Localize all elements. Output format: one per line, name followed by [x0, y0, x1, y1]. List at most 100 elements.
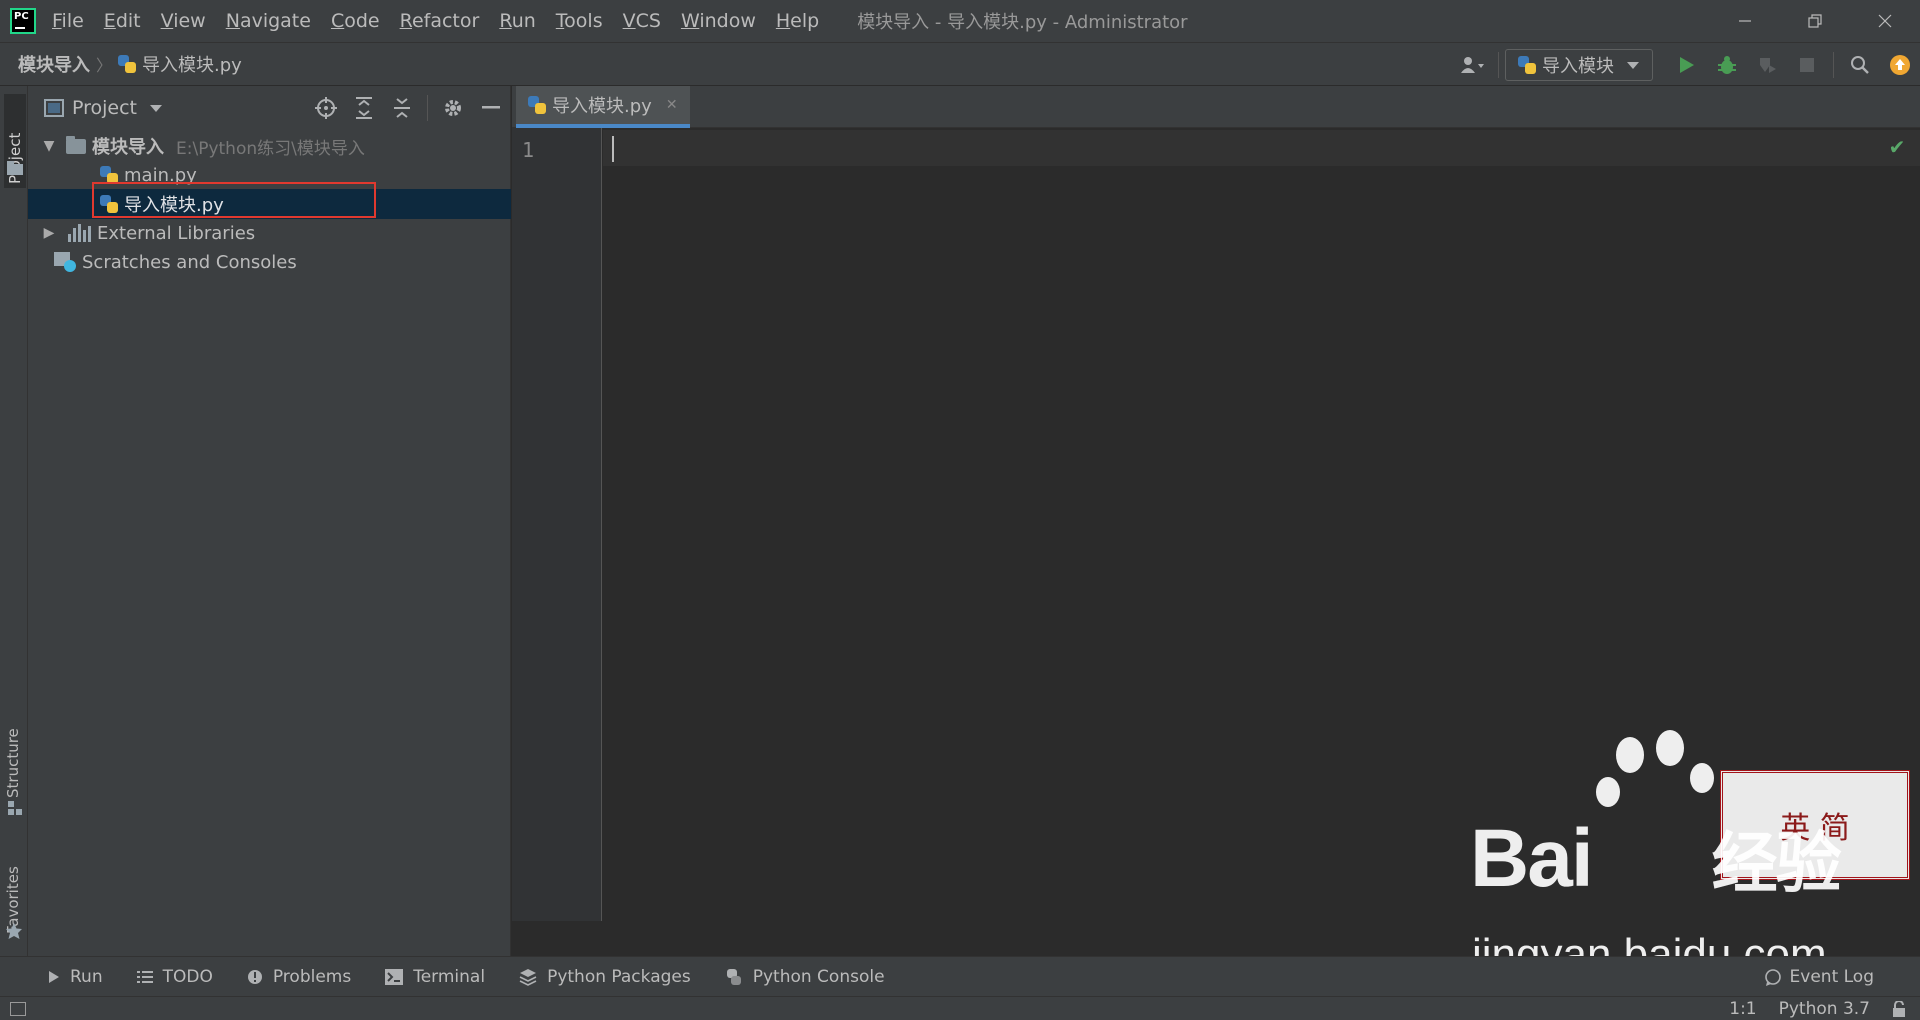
run-icon	[1680, 57, 1694, 73]
left-tool-strip: Project Structure Favorites	[0, 86, 28, 956]
problems-tool-button[interactable]: Problems	[247, 967, 351, 987]
menu-view[interactable]: View	[161, 10, 206, 32]
locate-file-button[interactable]	[307, 86, 345, 130]
event-log-button[interactable]: Event Log	[1764, 957, 1874, 997]
structure-tool-tab-label: Structure	[4, 728, 22, 798]
menu-bar: File Edit View Navigate Code Refactor Ru…	[52, 10, 839, 32]
editor-tab-bar: 导入模块.py ✕	[512, 86, 1920, 128]
tree-row-file-selected[interactable]: 导入模块.py	[28, 189, 511, 219]
hide-panel-button[interactable]	[472, 86, 510, 130]
breadcrumb-separator-icon: 〉	[96, 56, 113, 75]
status-bar: 1:1 Python 3.7	[0, 996, 1920, 1020]
project-view-icon	[44, 99, 64, 117]
menu-navigate[interactable]: Navigate	[226, 10, 311, 32]
run-config-label: 导入模块	[1542, 56, 1614, 77]
menu-tools[interactable]: Tools	[556, 10, 603, 32]
python-file-icon	[528, 96, 546, 114]
checkmark-icon[interactable]: ✔	[1884, 134, 1910, 160]
terminal-tool-button[interactable]: Terminal	[385, 967, 485, 987]
restore-icon	[1808, 14, 1822, 28]
minimize-button[interactable]	[1710, 0, 1780, 42]
project-panel-title[interactable]: Project	[72, 97, 137, 119]
status-right: 1:1 Python 3.7	[1729, 997, 1906, 1020]
expand-all-icon	[356, 97, 372, 119]
settings-button[interactable]	[434, 86, 472, 130]
project-panel-tools	[307, 86, 510, 130]
python-packages-tool-label: Python Packages	[547, 966, 691, 987]
toolbar-divider	[1833, 52, 1834, 78]
menu-edit[interactable]: Edit	[104, 10, 141, 32]
title-bar: File Edit View Navigate Code Refactor Ru…	[0, 0, 1920, 42]
coverage-icon	[1760, 58, 1776, 73]
search-button[interactable]	[1840, 43, 1880, 87]
debug-button[interactable]	[1707, 43, 1747, 87]
python-icon	[726, 968, 741, 985]
breadcrumb-file-label: 导入模块.py	[142, 55, 242, 76]
line-gutter: 1	[512, 128, 602, 921]
breadcrumb-file[interactable]: 导入模块.py	[118, 51, 242, 77]
editor-tab-label: 导入模块.py	[552, 96, 652, 117]
menu-help[interactable]: Help	[776, 10, 819, 32]
code-editor[interactable]: 1 ✔	[512, 128, 1920, 921]
python-packages-tool-button[interactable]: Python Packages	[519, 967, 691, 987]
user-icon[interactable]	[1452, 43, 1492, 87]
external-libraries-label: External Libraries	[97, 222, 256, 244]
chevron-right-icon[interactable]: ▶	[42, 225, 56, 241]
file-label: main.py	[124, 164, 197, 186]
toolbar: 导入模块	[1452, 43, 1920, 87]
current-line-highlight	[603, 130, 1920, 166]
breadcrumb-project[interactable]: 模块导入	[18, 51, 90, 77]
close-window-button[interactable]	[1850, 0, 1920, 42]
run-button[interactable]	[1667, 43, 1707, 87]
expand-all-button[interactable]	[345, 86, 383, 130]
project-panel-header: Project	[28, 86, 510, 130]
chevron-down-icon[interactable]	[149, 103, 163, 113]
menu-refactor[interactable]: Refactor	[400, 10, 480, 32]
pycharm-logo-icon	[10, 8, 36, 34]
tree-row-file[interactable]: main.py	[28, 160, 511, 190]
menu-code[interactable]: Code	[331, 10, 380, 32]
python-console-tool-button[interactable]: Python Console	[725, 967, 885, 987]
tool-windows-toggle-icon[interactable]	[10, 1001, 26, 1016]
list-icon	[136, 970, 153, 983]
event-log-icon	[1764, 969, 1781, 986]
tree-row-scratches[interactable]: Scratches and Consoles	[28, 247, 511, 277]
gear-icon	[445, 100, 461, 116]
tree-row-project-root[interactable]: ▼ 模块导入 E:\Python练习\模块导入	[28, 131, 511, 161]
scratches-label: Scratches and Consoles	[82, 251, 297, 273]
chevron-down-icon[interactable]: ▼	[42, 138, 56, 154]
favorites-tool-tab[interactable]: Favorites	[4, 846, 22, 934]
layers-icon	[519, 968, 537, 986]
coverage-button[interactable]	[1747, 43, 1787, 87]
interpreter-status[interactable]: Python 3.7	[1779, 999, 1870, 1019]
collapse-all-icon	[394, 98, 410, 118]
run-config-select[interactable]: 导入模块	[1505, 49, 1653, 81]
menu-run[interactable]: Run	[499, 10, 535, 32]
run-tool-label: Run	[70, 966, 103, 987]
menu-file[interactable]: File	[52, 10, 84, 32]
restore-button[interactable]	[1780, 0, 1850, 42]
folder-icon	[7, 161, 23, 175]
editor-tab-active[interactable]: 导入模块.py ✕	[516, 86, 690, 128]
python-icon	[1518, 56, 1536, 74]
update-button[interactable]	[1880, 43, 1920, 87]
menu-vcs[interactable]: VCS	[623, 10, 661, 32]
tree-row-external-libraries[interactable]: ▶ External Libraries	[28, 218, 511, 248]
stop-button[interactable]	[1787, 43, 1827, 87]
caret-position[interactable]: 1:1	[1729, 999, 1756, 1019]
collapse-all-button[interactable]	[383, 86, 421, 130]
menu-window[interactable]: Window	[681, 10, 756, 32]
terminal-icon	[385, 968, 404, 985]
project-panel: Project ▼ 模块导入 E:\Python练习\模块导入 main.py …	[28, 86, 511, 956]
run-tool-button[interactable]: Run	[48, 967, 103, 987]
structure-tool-tab[interactable]: Structure	[4, 708, 22, 798]
folder-icon	[66, 135, 86, 154]
todo-tool-button[interactable]: TODO	[136, 966, 213, 987]
python-console-tool-label: Python Console	[752, 966, 885, 987]
event-log-label: Event Log	[1789, 967, 1874, 987]
lock-icon[interactable]	[1892, 1001, 1906, 1017]
todo-tool-label: TODO	[162, 966, 213, 987]
problems-tool-label: Problems	[272, 966, 352, 987]
close-icon[interactable]: ✕	[666, 97, 678, 113]
stop-icon	[1800, 58, 1814, 72]
